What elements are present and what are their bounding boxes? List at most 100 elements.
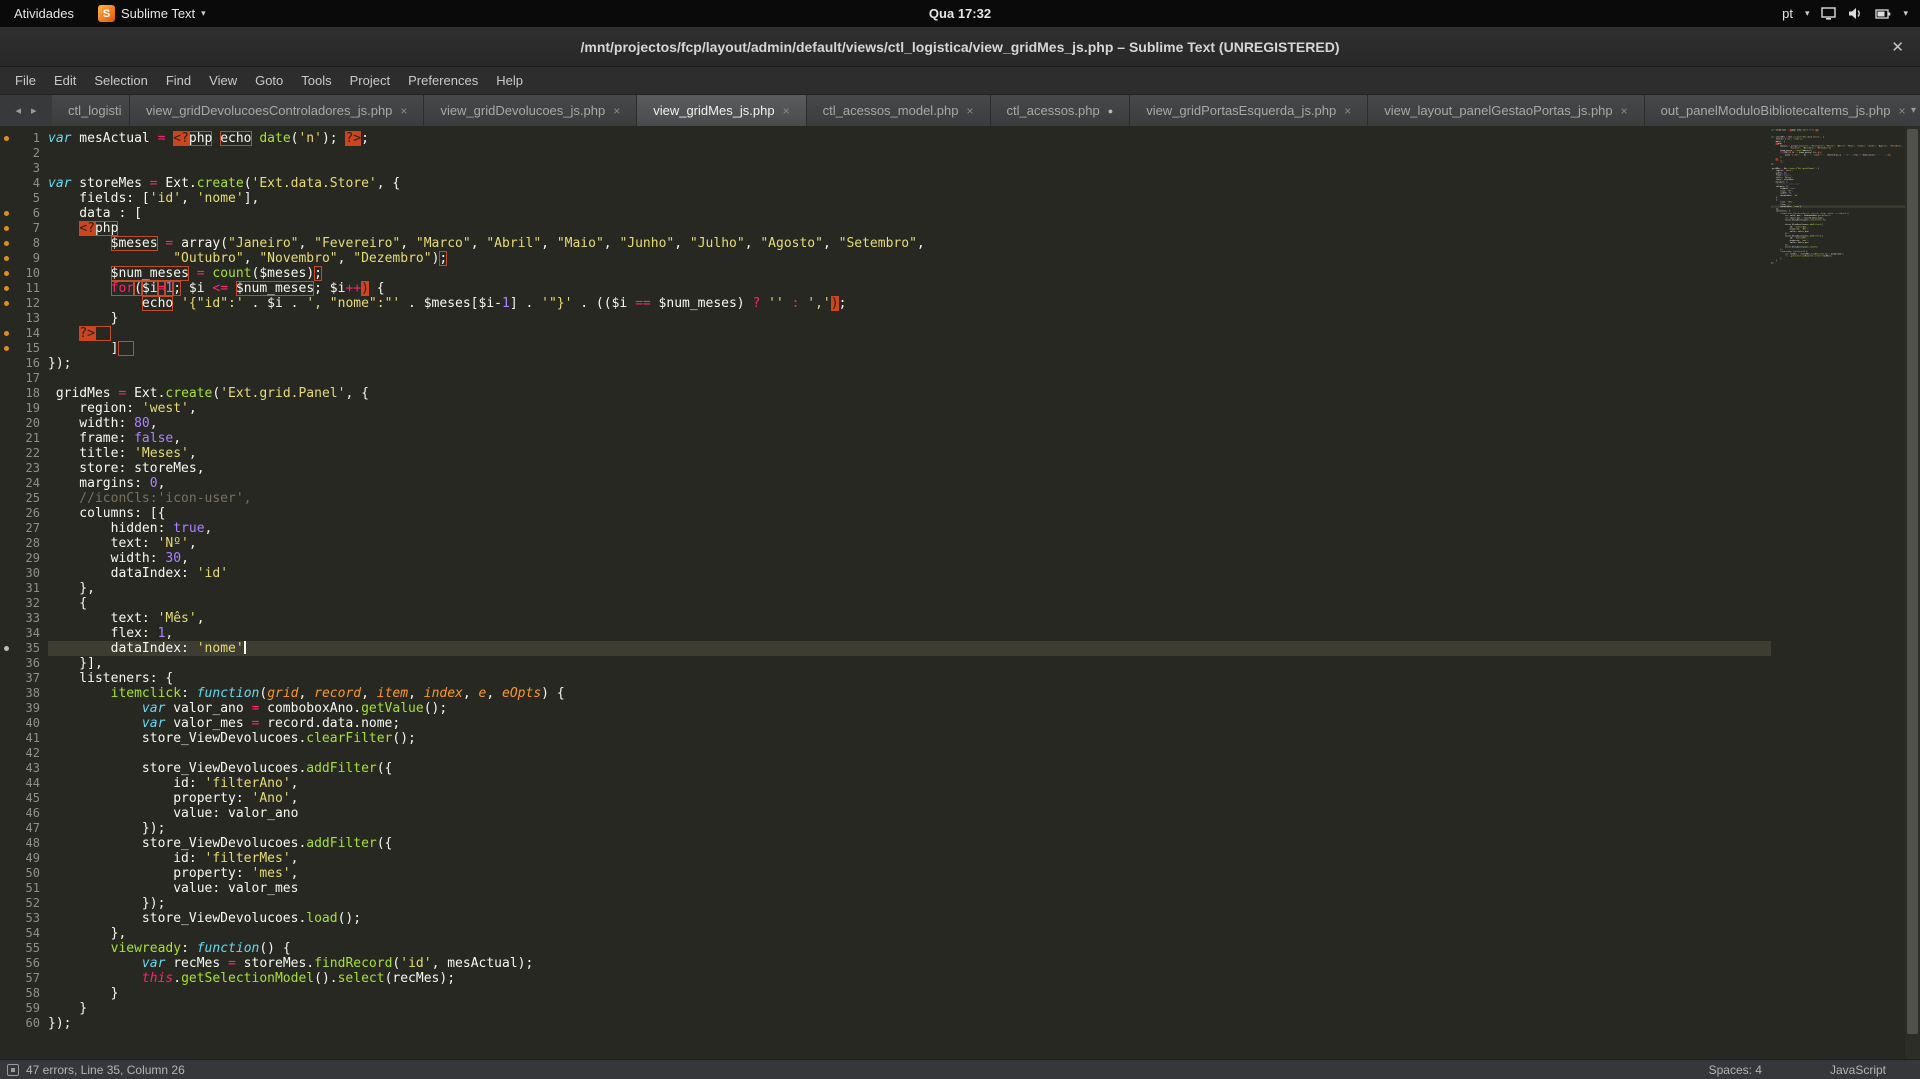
code-line-14[interactable]: ?>	[48, 326, 1771, 341]
vertical-scrollbar[interactable]	[1905, 126, 1920, 1059]
code-line-24[interactable]: margins: 0,	[48, 476, 1771, 491]
menu-item-tools[interactable]: Tools	[292, 67, 340, 94]
display-icon[interactable]	[1821, 7, 1837, 20]
code-line-52[interactable]: });	[48, 896, 1771, 911]
tab-close-icon[interactable]: ×	[613, 104, 620, 118]
nav-back-icon[interactable]: ◂	[15, 104, 21, 117]
code-line-44[interactable]: id: 'filterAno',	[48, 776, 1771, 791]
code-line-47[interactable]: });	[48, 821, 1771, 836]
menu-item-project[interactable]: Project	[341, 67, 399, 94]
code-line-54[interactable]: },	[48, 926, 1771, 941]
tab-view_gridMes_js.php[interactable]: view_gridMes_js.php ×	[637, 95, 807, 126]
code-line-2[interactable]	[48, 146, 1771, 161]
activities-button[interactable]: Atividades	[0, 0, 88, 27]
menu-item-selection[interactable]: Selection	[85, 67, 156, 94]
menu-item-help[interactable]: Help	[487, 67, 532, 94]
tab-view_layout_panelGestaoPortas_js.php[interactable]: view_layout_panelGestaoPortas_js.php ×	[1368, 95, 1645, 126]
tab-close-icon[interactable]: ×	[783, 104, 790, 118]
tab-view_gridPortasEsquerda_js.php[interactable]: view_gridPortasEsquerda_js.php ×	[1130, 95, 1369, 126]
code-line-11[interactable]: for($i=1; $i <= $num_meses; $i++) {	[48, 281, 1771, 296]
tab-close-icon[interactable]: ×	[1621, 104, 1628, 118]
code-line-21[interactable]: frame: false,	[48, 431, 1771, 446]
tab-ctl_acessos_model.php[interactable]: ctl_acessos_model.php ×	[806, 95, 991, 126]
code-line-3[interactable]	[48, 161, 1771, 176]
code-line-41[interactable]: store_ViewDevolucoes.clearFilter();	[48, 731, 1771, 746]
code-line-40[interactable]: var valor_mes = record.data.nome;	[48, 716, 1771, 731]
code-line-55[interactable]: viewready: function() {	[48, 941, 1771, 956]
code-line-8[interactable]: $meses = array("Janeiro", "Fevereiro", "…	[48, 236, 1771, 251]
code-area[interactable]: var mesActual = <?php echo date('n'); ?>…	[48, 126, 1771, 1059]
clock[interactable]: Qua 17:32	[929, 6, 991, 21]
tab-close-icon[interactable]: ×	[1344, 104, 1351, 118]
window-close-button[interactable]: ✕	[1891, 27, 1904, 66]
code-line-29[interactable]: width: 30,	[48, 551, 1771, 566]
code-line-43[interactable]: store_ViewDevolucoes.addFilter({	[48, 761, 1771, 776]
app-menu[interactable]: S Sublime Text ▾	[88, 0, 216, 27]
code-line-34[interactable]: flex: 1,	[48, 626, 1771, 641]
code-line-27[interactable]: hidden: true,	[48, 521, 1771, 536]
code-line-48[interactable]: store_ViewDevolucoes.addFilter({	[48, 836, 1771, 851]
minimap[interactable]: var mesActual = <?php echo date('n'); ?>…	[1771, 126, 1905, 1059]
tab-overflow-icon[interactable]: ▾	[1911, 95, 1916, 126]
tab-ctl_acessos.php[interactable]: ctl_acessos.php ●	[990, 95, 1131, 126]
menu-item-view[interactable]: View	[200, 67, 246, 94]
tab-modified-icon[interactable]: ●	[1108, 106, 1113, 116]
code-line-12[interactable]: echo '{"id":' . $i . ', "nome":"' . $mes…	[48, 296, 1771, 311]
tab-view_gridDevolucoesControladores_js.php[interactable]: view_gridDevolucoesControladores_js.php ×	[130, 95, 425, 126]
tab-out_panelModuloBibliotecaItems_js.php[interactable]: out_panelModuloBibliotecaItems_js.php ×	[1644, 95, 1920, 126]
code-line-45[interactable]: property: 'Ano',	[48, 791, 1771, 806]
code-line-22[interactable]: title: 'Meses',	[48, 446, 1771, 461]
code-line-32[interactable]: {	[48, 596, 1771, 611]
code-line-58[interactable]: }	[48, 986, 1771, 1001]
code-line-57[interactable]: this.getSelectionModel().select(recMes);	[48, 971, 1771, 986]
tab-close-icon[interactable]: ×	[1898, 104, 1905, 118]
window-title-bar[interactable]: /mnt/projectos/fcp/layout/admin/default/…	[0, 27, 1920, 67]
chevron-down-icon[interactable]: ▾	[1903, 8, 1908, 19]
code-line-46[interactable]: value: valor_ano	[48, 806, 1771, 821]
tab-ctl_logisti[interactable]: ctl_logisti	[52, 95, 130, 126]
code-line-42[interactable]	[48, 746, 1771, 761]
code-line-17[interactable]	[48, 371, 1771, 386]
code-line-30[interactable]: dataIndex: 'id'	[48, 566, 1771, 581]
code-line-28[interactable]: text: 'Nº',	[48, 536, 1771, 551]
code-line-33[interactable]: text: 'Mês',	[48, 611, 1771, 626]
tab-view_gridDevolucoes_js.php[interactable]: view_gridDevolucoes_js.php ×	[424, 95, 638, 126]
code-line-9[interactable]: "Outubro", "Novembro", "Dezembro");	[48, 251, 1771, 266]
code-line-19[interactable]: region: 'west',	[48, 401, 1771, 416]
code-line-36[interactable]: }],	[48, 656, 1771, 671]
code-line-59[interactable]: }	[48, 1001, 1771, 1016]
code-line-20[interactable]: width: 80,	[48, 416, 1771, 431]
code-line-35[interactable]: dataIndex: 'nome'	[48, 641, 1771, 656]
code-line-23[interactable]: store: storeMes,	[48, 461, 1771, 476]
code-line-50[interactable]: property: 'mes',	[48, 866, 1771, 881]
code-line-25[interactable]: //iconCls:'icon-user',	[48, 491, 1771, 506]
code-line-37[interactable]: listeners: {	[48, 671, 1771, 686]
code-line-13[interactable]: }	[48, 311, 1771, 326]
code-line-15[interactable]: ]	[48, 341, 1771, 356]
tab-close-icon[interactable]: ×	[400, 104, 407, 118]
code-line-18[interactable]: gridMes = Ext.create('Ext.grid.Panel', {	[48, 386, 1771, 401]
code-line-4[interactable]: var storeMes = Ext.create('Ext.data.Stor…	[48, 176, 1771, 191]
code-line-31[interactable]: },	[48, 581, 1771, 596]
menu-item-preferences[interactable]: Preferences	[399, 67, 487, 94]
menu-item-edit[interactable]: Edit	[45, 67, 85, 94]
code-line-1[interactable]: var mesActual = <?php echo date('n'); ?>…	[48, 131, 1771, 146]
code-line-10[interactable]: $num_meses = count($meses);	[48, 266, 1771, 281]
code-line-7[interactable]: <?php	[48, 221, 1771, 236]
code-line-51[interactable]: value: valor_mes	[48, 881, 1771, 896]
code-line-60[interactable]: });	[48, 1016, 1771, 1031]
menu-item-file[interactable]: File	[6, 67, 45, 94]
code-line-38[interactable]: itemclick: function(grid, record, item, …	[48, 686, 1771, 701]
battery-icon[interactable]	[1875, 8, 1891, 20]
menu-item-goto[interactable]: Goto	[246, 67, 292, 94]
code-line-56[interactable]: var recMes = storeMes.findRecord('id', m…	[48, 956, 1771, 971]
tab-close-icon[interactable]: ×	[967, 104, 974, 118]
volume-icon[interactable]	[1848, 7, 1863, 20]
keyboard-layout-indicator[interactable]: pt	[1782, 6, 1793, 21]
code-line-16[interactable]: });	[48, 356, 1771, 371]
code-line-53[interactable]: store_ViewDevolucoes.load();	[48, 911, 1771, 926]
code-line-49[interactable]: id: 'filterMes',	[48, 851, 1771, 866]
nav-forward-icon[interactable]: ▸	[31, 104, 37, 117]
menu-item-find[interactable]: Find	[157, 67, 200, 94]
status-indent-setting[interactable]: Spaces: 4	[1709, 1063, 1762, 1077]
